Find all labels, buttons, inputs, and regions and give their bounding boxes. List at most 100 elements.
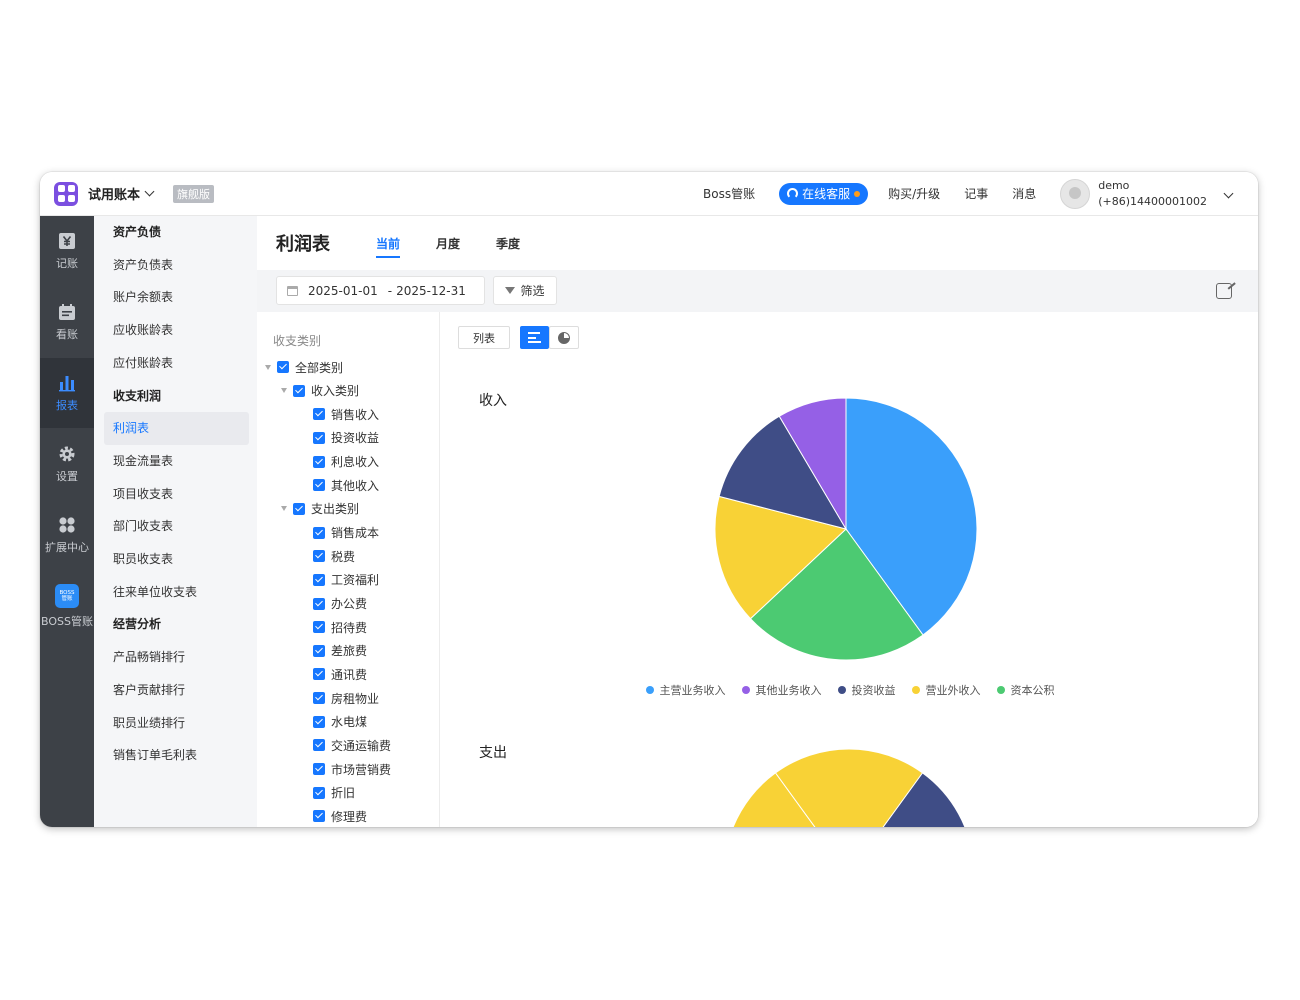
caret-down-icon[interactable] xyxy=(265,364,271,370)
notes-link[interactable]: 记事 xyxy=(964,185,988,202)
nav-bookkeeping[interactable]: 记账 xyxy=(40,216,94,286)
checkbox[interactable] xyxy=(313,715,325,728)
tree-row[interactable]: 投资收益 xyxy=(313,428,379,448)
submenu-item[interactable]: 职员业绩排行 xyxy=(104,707,249,740)
legend-swatch xyxy=(996,686,1005,694)
app-logo-icon[interactable] xyxy=(54,181,78,206)
legend-item[interactable]: 其他业务收入 xyxy=(741,682,822,698)
tree-row[interactable]: 税费 xyxy=(313,546,355,566)
legend-label: 营业外收入 xyxy=(925,684,981,697)
tree-row[interactable]: 全部类别 xyxy=(265,357,343,377)
tree-row[interactable]: 利息收入 xyxy=(313,452,379,472)
tree-row[interactable]: 交通运输费 xyxy=(313,735,391,755)
tree-row[interactable]: 销售收入 xyxy=(313,404,379,424)
export-icon[interactable] xyxy=(1216,283,1232,299)
messages-link[interactable]: 消息 xyxy=(1012,185,1036,202)
checkbox[interactable] xyxy=(313,526,325,539)
tree-row[interactable]: 通讯费 xyxy=(313,664,367,684)
app-window: 试用账本 旗舰版 Boss管账 在线客服 购买/升级 记事 消息 demo (+… xyxy=(40,172,1258,827)
checkbox[interactable] xyxy=(313,763,325,776)
tree-row[interactable]: 修理费 xyxy=(313,806,367,826)
submenu-item[interactable]: 往来单位收支表 xyxy=(104,576,249,609)
submenu-item[interactable]: 职员收支表 xyxy=(104,543,249,576)
checkbox[interactable] xyxy=(313,644,325,657)
tree-row[interactable]: 其他收入 xyxy=(313,475,379,495)
main-nav-rail: 记账 看账 报表 设置 扩展中心 BOSS 管账 BOSS管账 xyxy=(40,216,94,827)
nav-extensions[interactable]: 扩展中心 xyxy=(40,500,94,570)
submenu-item[interactable]: 销售订单毛利表 xyxy=(104,739,249,772)
date-range-picker[interactable]: 2025-01-01 - 2025-12-31 xyxy=(276,276,485,305)
submenu-item[interactable]: 产品畅销排行 xyxy=(104,641,249,674)
tree-row[interactable]: 收入类别 xyxy=(281,381,359,401)
online-service-button[interactable]: 在线客服 xyxy=(779,182,869,205)
user-menu-chevron-icon[interactable] xyxy=(1223,188,1234,199)
tab-current[interactable]: 当前 xyxy=(376,216,401,270)
legend-item[interactable]: 主营业务收入 xyxy=(645,682,726,698)
checkbox[interactable] xyxy=(313,739,325,752)
submenu-item[interactable]: 资产负债表 xyxy=(104,249,249,282)
nav-reports[interactable]: 报表 xyxy=(40,358,94,428)
checkbox[interactable] xyxy=(277,361,289,373)
tree-row-label: 工资福利 xyxy=(331,573,380,588)
checkbox[interactable] xyxy=(313,810,325,823)
page-title: 利润表 xyxy=(276,234,330,255)
submenu-item[interactable]: 应收账龄表 xyxy=(104,314,249,347)
filter-label: 筛选 xyxy=(520,284,545,298)
tree-row[interactable]: 房租物业 xyxy=(313,688,379,708)
submenu-item[interactable]: 利润表 xyxy=(104,412,249,446)
boss-link[interactable]: Boss管账 xyxy=(703,185,755,202)
bar-line-icon xyxy=(528,332,540,334)
submenu-item[interactable]: 客户贡献排行 xyxy=(104,674,249,707)
checkbox[interactable] xyxy=(313,597,325,610)
tree-row[interactable]: 招待费 xyxy=(313,617,367,637)
nav-view-books[interactable]: 看账 xyxy=(40,287,94,357)
checkbox[interactable] xyxy=(313,431,325,444)
caret-down-icon[interactable] xyxy=(281,506,287,512)
tree-row[interactable]: 工资福利 xyxy=(313,570,379,590)
checkbox[interactable] xyxy=(313,786,325,799)
view-bar-chart-button[interactable] xyxy=(520,326,549,349)
submenu-item[interactable]: 项目收支表 xyxy=(104,478,249,511)
submenu-item[interactable]: 部门收支表 xyxy=(104,510,249,543)
tree-row[interactable]: 水电煤 xyxy=(313,712,367,732)
bar-chart-icon xyxy=(58,374,76,392)
checkbox[interactable] xyxy=(313,479,325,492)
submenu-item[interactable]: 现金流量表 xyxy=(104,445,249,478)
checkbox[interactable] xyxy=(313,573,325,586)
filter-button[interactable]: 筛选 xyxy=(493,276,557,305)
tree-row[interactable]: 市场营销费 xyxy=(313,759,391,779)
checkbox[interactable] xyxy=(313,550,325,563)
buy-upgrade-link[interactable]: 购买/升级 xyxy=(888,185,940,202)
checkbox[interactable] xyxy=(313,621,325,634)
caret-down-icon[interactable] xyxy=(281,388,287,394)
tree-row[interactable]: 差旅费 xyxy=(313,641,367,661)
nav-settings[interactable]: 设置 xyxy=(40,429,94,499)
checkbox[interactable] xyxy=(313,668,325,681)
legend-item[interactable]: 投资收益 xyxy=(837,682,896,698)
view-list-button[interactable]: 列表 xyxy=(458,326,510,349)
tree-row[interactable]: 办公费 xyxy=(313,594,367,614)
user-info[interactable]: demo (+86)14400001002 xyxy=(1098,178,1207,210)
tree-row[interactable]: 支出类别 xyxy=(281,499,359,519)
tree-row[interactable]: 折旧 xyxy=(313,783,355,803)
submenu-item[interactable]: 账户余额表 xyxy=(104,281,249,314)
submenu-item[interactable]: 应付账龄表 xyxy=(104,347,249,380)
avatar[interactable] xyxy=(1060,178,1091,209)
view-pie-chart-button[interactable] xyxy=(549,326,579,349)
account-switcher[interactable]: 试用账本 xyxy=(88,184,155,203)
tree-row[interactable]: 销售成本 xyxy=(313,523,379,543)
checkbox[interactable] xyxy=(313,692,325,705)
checkbox[interactable] xyxy=(293,502,305,515)
checkbox[interactable] xyxy=(313,455,325,468)
filter-bar: 2025-01-01 - 2025-12-31 筛选 xyxy=(257,270,1258,312)
legend-item[interactable]: 营业外收入 xyxy=(911,682,981,698)
tab-quarterly[interactable]: 季度 xyxy=(496,216,520,270)
checkbox[interactable] xyxy=(293,384,305,397)
legend-item[interactable]: 资本公积 xyxy=(996,682,1055,698)
tab-monthly[interactable]: 月度 xyxy=(436,216,460,270)
nav-boss[interactable]: BOSS 管账 BOSS管账 xyxy=(40,571,94,641)
checkbox[interactable] xyxy=(313,408,325,421)
tree-row-label: 投资收益 xyxy=(331,431,380,446)
user-name: demo xyxy=(1098,178,1130,192)
income-pie-chart xyxy=(714,397,978,661)
